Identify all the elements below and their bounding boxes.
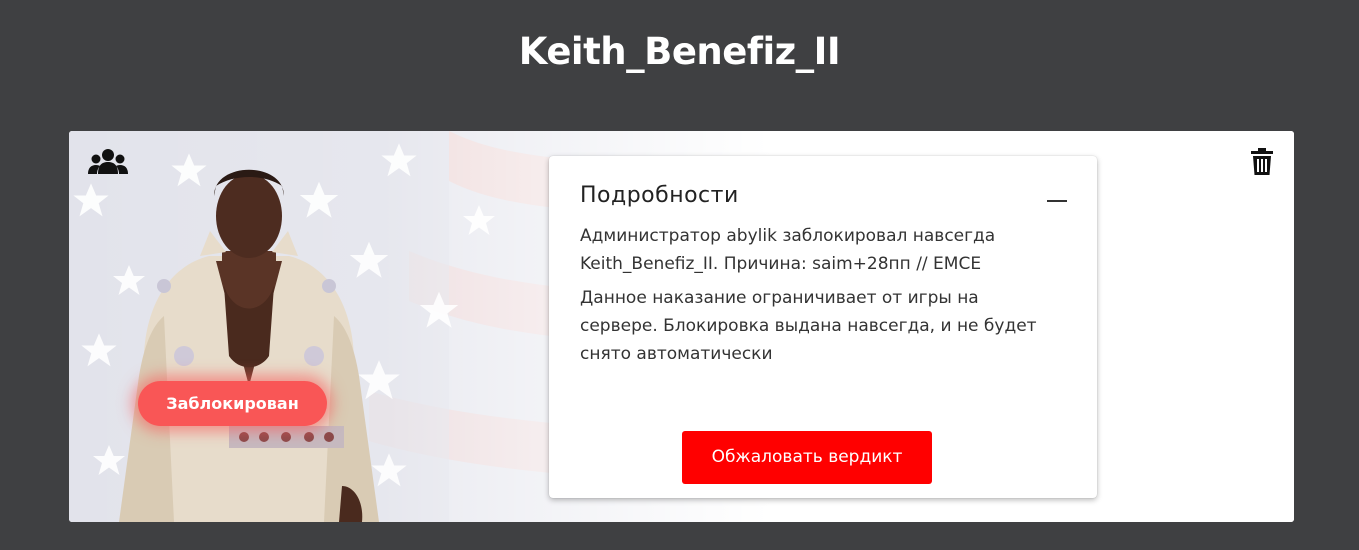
page-title: Keith_Benefiz_II bbox=[518, 30, 841, 73]
trash-icon[interactable] bbox=[1251, 148, 1273, 175]
details-title: Подробности bbox=[580, 183, 739, 208]
ban-reason-text: Администратор abylik заблокировал навсег… bbox=[580, 226, 996, 274]
details-panel: Подробности Администратор abylik заблоки… bbox=[549, 156, 1097, 498]
player-card: Заблокирован Подробности Администратор a… bbox=[69, 131, 1294, 522]
ban-description-text: Данное наказание ограничивает от игры на… bbox=[580, 288, 1037, 364]
appeal-button[interactable]: Обжаловать вердикт bbox=[682, 431, 932, 484]
status-badge: Заблокирован bbox=[138, 381, 327, 426]
character-skin-image bbox=[119, 169, 379, 522]
minus-icon[interactable] bbox=[1047, 200, 1067, 202]
